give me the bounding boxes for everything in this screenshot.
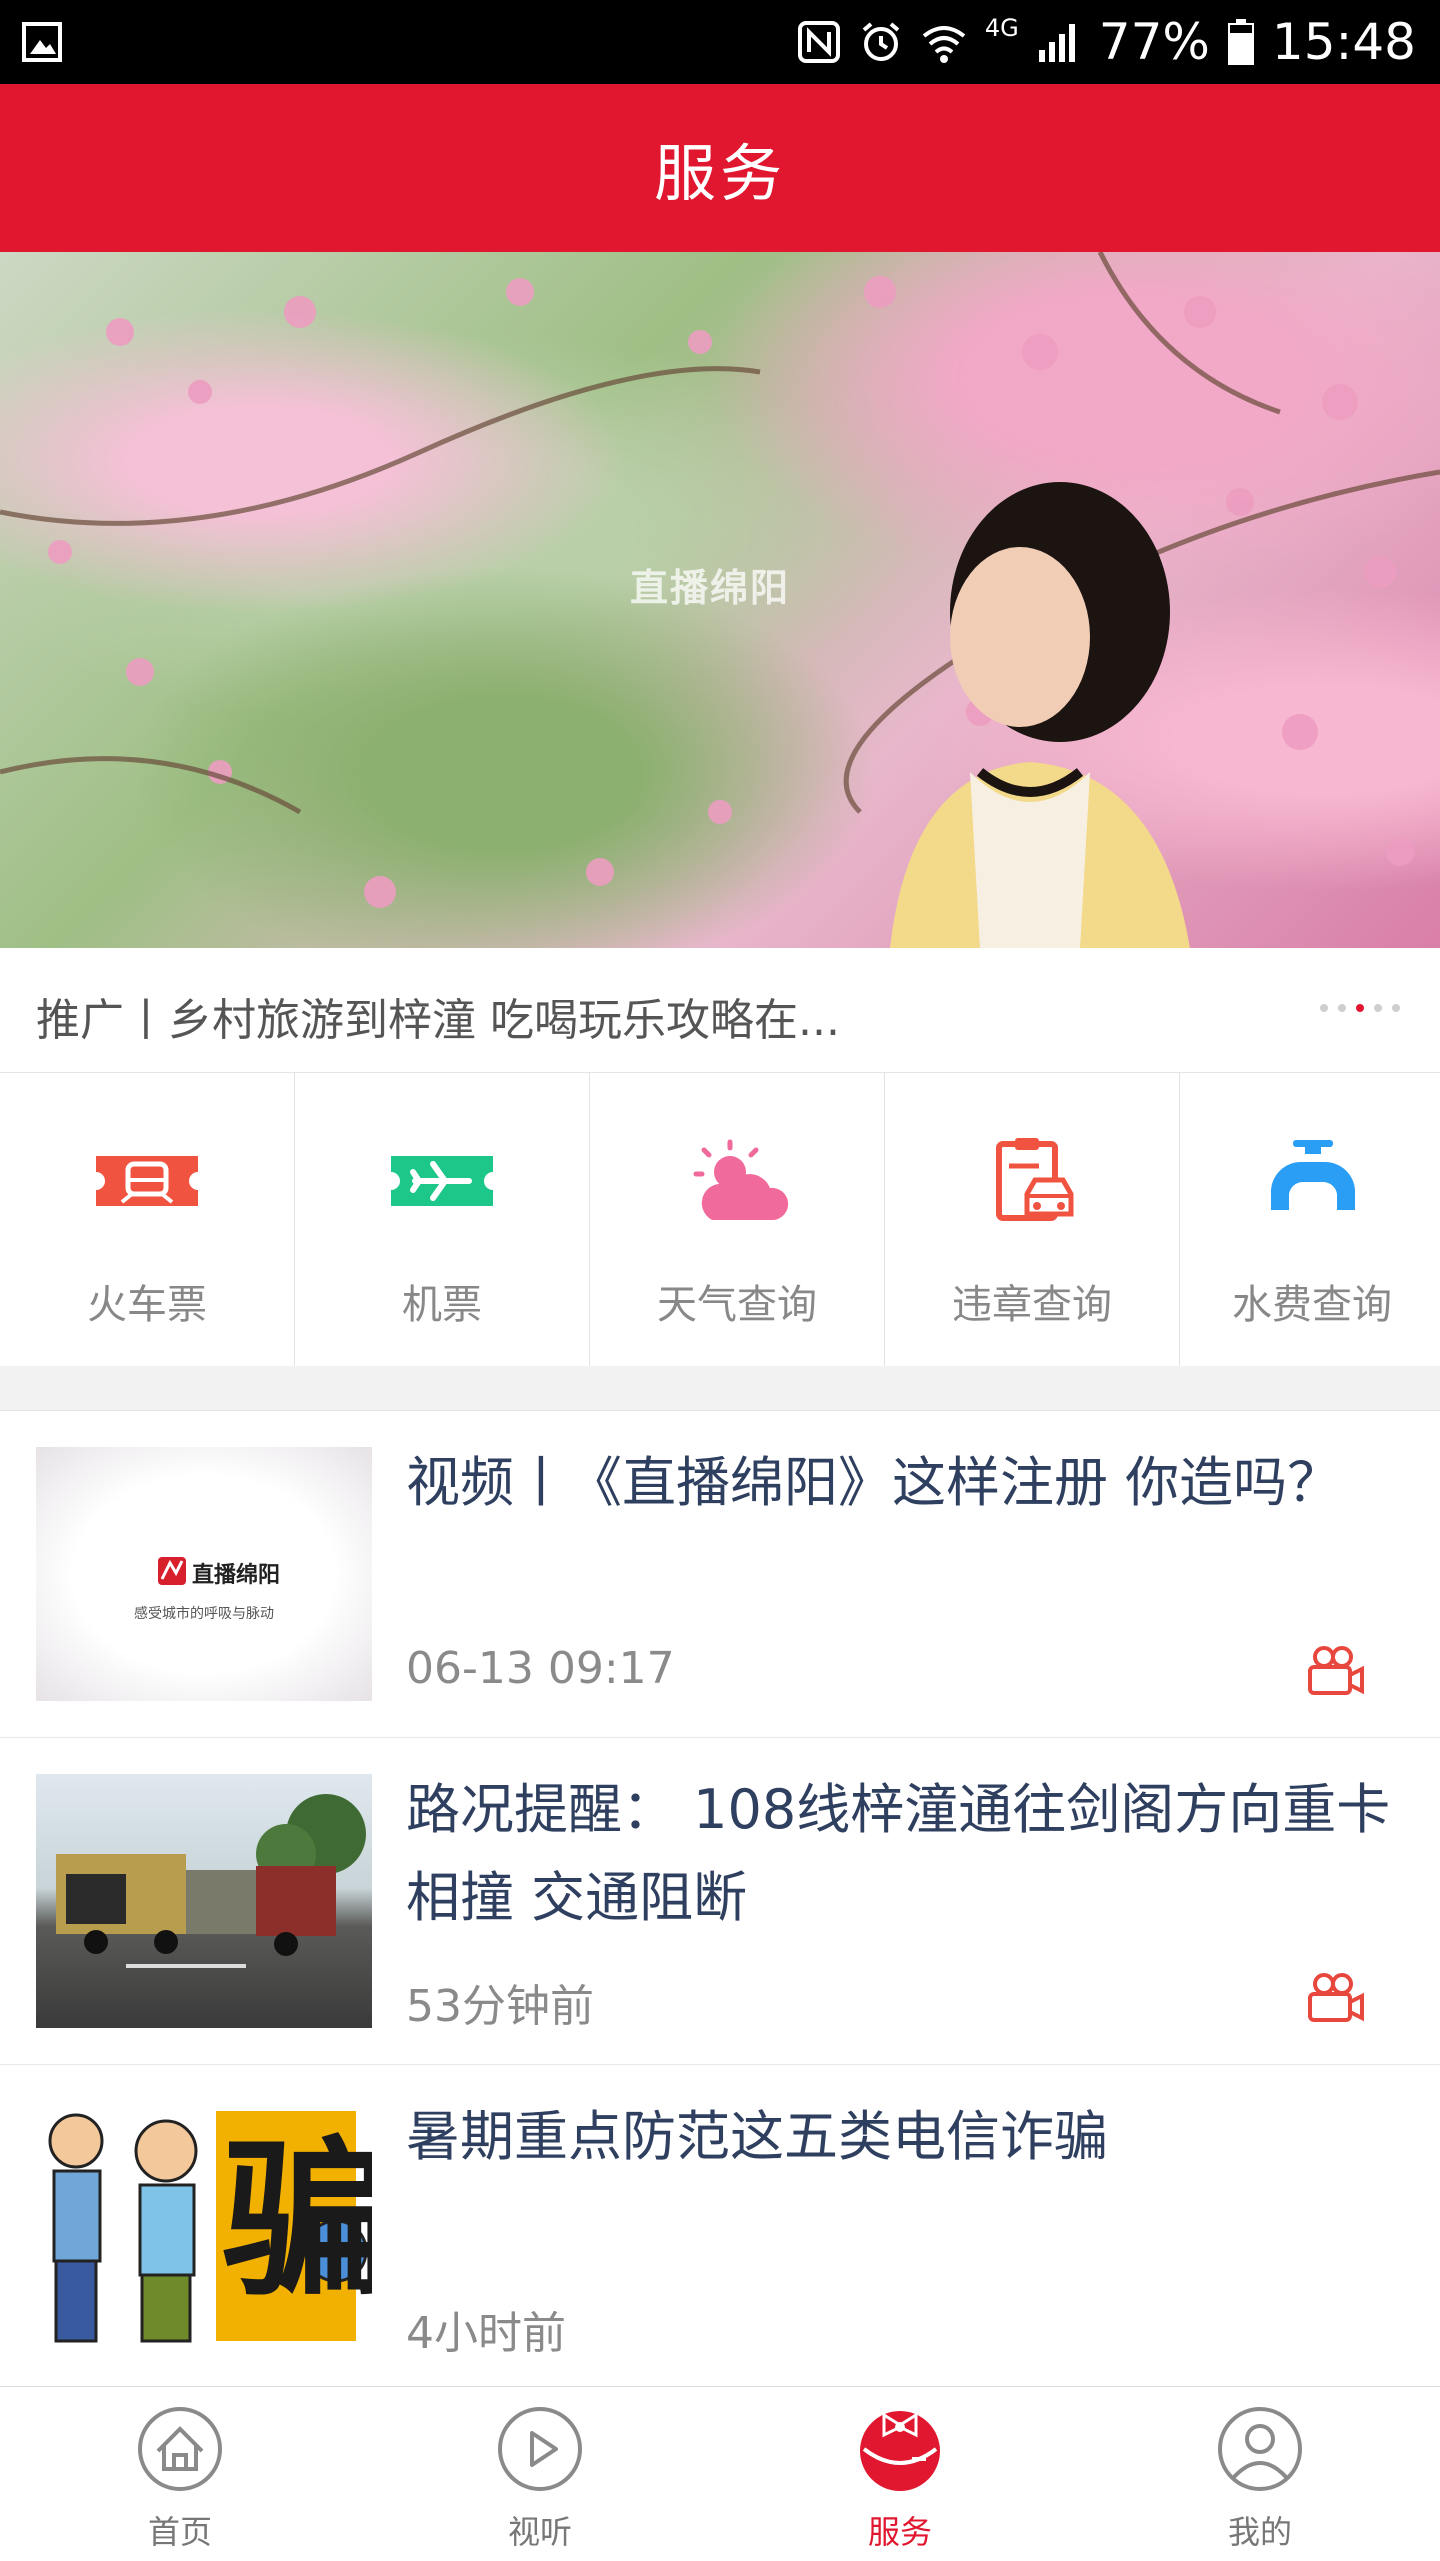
- service-label: 天气查询: [657, 1282, 817, 1328]
- thumb-slogan: 感受城市的呼吸与脉动: [134, 1606, 274, 1622]
- news-time: 53分钟前: [406, 1981, 594, 2032]
- news-title[interactable]: 暑期重点防范这五类电信诈骗: [406, 2093, 1396, 2181]
- status-indicators: 4G 77% 15:48: [797, 0, 1416, 84]
- thumb-logo-text: 直播绵阳: [192, 1563, 281, 1588]
- nav-media[interactable]: 视听: [360, 2387, 720, 2561]
- traffic-violation-icon: [996, 1138, 1074, 1221]
- profile-icon: [1218, 2407, 1302, 2491]
- carousel-dot: [1392, 1004, 1400, 1012]
- page-title: 服务: [653, 137, 786, 210]
- carousel-dot-active: [1356, 1004, 1364, 1012]
- plane-ticket-icon: [391, 1156, 493, 1206]
- service-traffic-violation[interactable]: 违章查询: [885, 1072, 1180, 1366]
- banner-caption-bar[interactable]: 推广丨乡村旅游到梓潼 吃喝玩乐攻略在...: [0, 948, 1440, 1073]
- news-title[interactable]: 路况提醒： 108线梓潼通往剑阁方向重卡相撞 交通阻断: [406, 1766, 1396, 1942]
- gallery-notification-icon: [22, 22, 62, 62]
- train-ticket-icon: [96, 1156, 198, 1206]
- service-train-ticket[interactable]: 火车票: [0, 1072, 295, 1366]
- service-water-bill[interactable]: 水费查询: [1180, 1072, 1440, 1366]
- carousel-indicators: [1320, 1004, 1400, 1012]
- news-item[interactable]: 路况提醒： 108线梓潼通往剑阁方向重卡相撞 交通阻断 53分钟前: [0, 1738, 1440, 2065]
- banner-carousel[interactable]: 直播绵阳: [0, 252, 1440, 948]
- thumb-big-character: 骗: [222, 2122, 372, 2320]
- water-tap-icon: [1271, 1140, 1355, 1210]
- nav-service[interactable]: 服务: [720, 2387, 1080, 2561]
- news-thumbnail: [36, 1774, 372, 2028]
- nav-label: 视听: [507, 2513, 572, 2551]
- nav-label: 我的: [1227, 2513, 1292, 2551]
- bottom-navigation: 首页 视听 服务 我的: [0, 2386, 1440, 2561]
- battery-icon: [1227, 19, 1254, 65]
- clock: 15:48: [1271, 13, 1416, 71]
- service-plane-ticket[interactable]: 机票: [295, 1072, 590, 1366]
- banner-caption[interactable]: 推广丨乡村旅游到梓潼 吃喝玩乐攻略在...: [36, 984, 840, 1048]
- service-label: 违章查询: [952, 1282, 1112, 1328]
- news-item[interactable]: 骗 暑期重点防范这五类电信诈骗 4小时前: [0, 2065, 1440, 2391]
- battery-percent: 77%: [1098, 13, 1210, 71]
- nfc-icon: [797, 21, 840, 63]
- play-icon: [498, 2407, 582, 2491]
- home-icon: [138, 2407, 222, 2491]
- woman-figure-image: [890, 482, 1190, 948]
- wifi-icon: [922, 26, 966, 63]
- service-weather[interactable]: 天气查询: [590, 1072, 885, 1366]
- video-camera-icon: [1308, 1646, 1364, 1695]
- signal-icon: [1038, 24, 1075, 62]
- network-type: 4G: [984, 14, 1019, 42]
- news-time: 06-13 09:17: [406, 1643, 675, 1694]
- alarm-icon: [862, 22, 900, 61]
- app-header: 服务: [0, 84, 1440, 252]
- section-divider: [0, 1366, 1440, 1411]
- carousel-dot: [1374, 1004, 1382, 1012]
- carousel-dot: [1320, 1004, 1328, 1012]
- news-time: 4小时前: [406, 2308, 566, 2359]
- service-label: 机票: [402, 1282, 482, 1328]
- news-thumbnail: 直播绵阳 感受城市的呼吸与脉动: [36, 1447, 372, 1701]
- carousel-dot: [1338, 1004, 1346, 1012]
- status-bar: 4G 77% 15:48: [0, 0, 1440, 84]
- news-title[interactable]: 视频丨《直播绵阳》这样注册 你造吗？: [406, 1439, 1396, 1527]
- trucks-accident-image: [56, 1794, 366, 1968]
- weather-icon: [693, 1139, 789, 1220]
- service-label: 火车票: [87, 1282, 207, 1328]
- services-grid: 火车票 机票 天气查询 违章查询 水费查询: [0, 1072, 1440, 1367]
- news-thumbnail: 骗: [36, 2101, 372, 2355]
- video-camera-icon: [1308, 1973, 1364, 2022]
- news-item[interactable]: 直播绵阳 感受城市的呼吸与脉动 视频丨《直播绵阳》这样注册 你造吗？ 06-13…: [0, 1411, 1440, 1738]
- nav-label: 服务: [867, 2513, 932, 2551]
- nav-profile[interactable]: 我的: [1080, 2387, 1440, 2561]
- nav-label: 首页: [147, 2513, 212, 2551]
- service-icon: [860, 2411, 940, 2491]
- service-label: 水费查询: [1232, 1282, 1392, 1328]
- nav-home[interactable]: 首页: [0, 2387, 360, 2561]
- banner-watermark: 直播绵阳: [630, 566, 791, 610]
